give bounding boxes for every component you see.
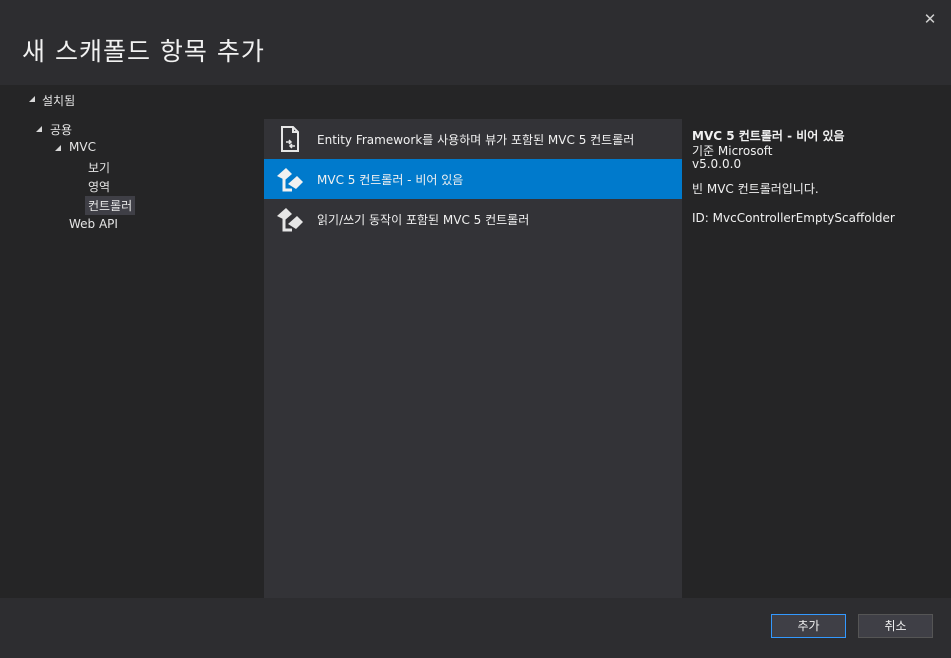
- item-label: MVC 5 컨트롤러 - 비어 있음: [317, 173, 464, 187]
- expanded-triangle-icon: [29, 96, 35, 102]
- item-label: Entity Framework를 사용하며 뷰가 포함된 MVC 5 컨트롤러: [317, 133, 635, 147]
- add-scaffold-dialog: 새 스캐폴드 항목 추가 ✕ 설치됨 공용 MVC 보기 영역 컨트롤러 Web…: [0, 0, 951, 658]
- tree-item-area[interactable]: 영역: [88, 178, 110, 195]
- category-tree: 공용 MVC 보기 영역 컨트롤러 Web API: [0, 119, 264, 598]
- close-icon: ✕: [923, 10, 937, 28]
- list-item[interactable]: Entity Framework를 사용하며 뷰가 포함된 MVC 5 컨트롤러: [264, 119, 682, 159]
- title-bar: 새 스캐폴드 항목 추가 ✕: [0, 0, 951, 85]
- detail-version: v5.0.0.0: [692, 157, 742, 171]
- tree-item-controller[interactable]: 컨트롤러: [85, 196, 136, 215]
- dialog-title: 새 스캐폴드 항목 추가: [22, 37, 265, 66]
- expanded-triangle-icon[interactable]: [55, 145, 61, 151]
- detail-description: 빈 MVC 컨트롤러입니다.: [692, 182, 819, 196]
- tree-item-mvc[interactable]: MVC: [69, 140, 96, 154]
- controller-icon: [277, 168, 303, 192]
- tree-item-webapi[interactable]: Web API: [69, 217, 118, 231]
- expanded-triangle-icon[interactable]: [36, 126, 42, 132]
- close-button[interactable]: ✕: [921, 10, 939, 28]
- installed-header[interactable]: 설치됨: [0, 85, 951, 119]
- footer: 추가 취소: [0, 598, 951, 658]
- tree-item-common[interactable]: 공용: [50, 121, 72, 138]
- list-item[interactable]: MVC 5 컨트롤러 - 비어 있음: [264, 159, 682, 199]
- tree-item-view[interactable]: 보기: [88, 159, 110, 176]
- details-pane: MVC 5 컨트롤러 - 비어 있음 기준 Microsoft v5.0.0.0…: [682, 119, 951, 598]
- add-button[interactable]: 추가: [771, 614, 846, 638]
- document-arrows-icon: [281, 126, 299, 152]
- list-item[interactable]: 읽기/쓰기 동작이 포함된 MVC 5 컨트롤러: [264, 199, 682, 239]
- template-list: Entity Framework를 사용하며 뷰가 포함된 MVC 5 컨트롤러…: [264, 119, 682, 598]
- item-label: 읽기/쓰기 동작이 포함된 MVC 5 컨트롤러: [317, 213, 530, 227]
- detail-id: ID: MvcControllerEmptyScaffolder: [692, 211, 895, 225]
- installed-label: 설치됨: [42, 94, 76, 108]
- cancel-button[interactable]: 취소: [858, 614, 933, 638]
- controller-icon: [277, 208, 303, 232]
